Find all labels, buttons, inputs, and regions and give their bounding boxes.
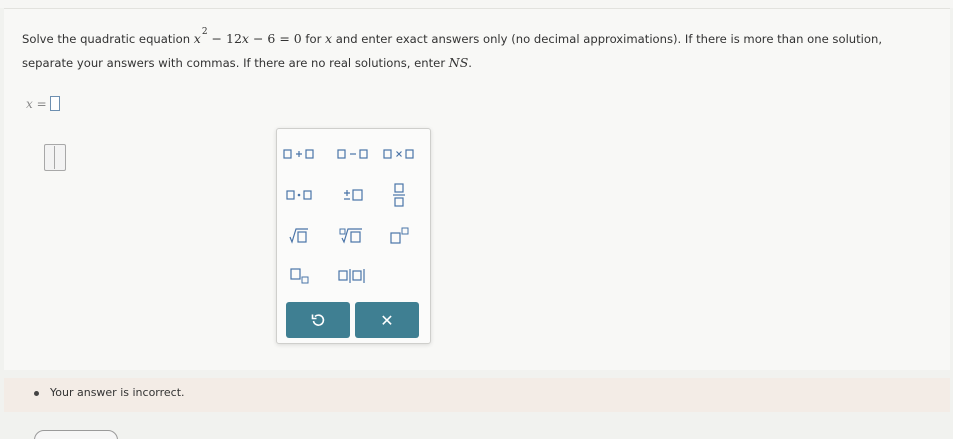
close-icon: ✕ [380,310,394,330]
key-fraction[interactable] [380,182,418,208]
dot-template-icon [286,190,312,200]
absolute-value-icon [338,269,365,283]
key-subscript[interactable] [280,263,318,289]
question-end: . [468,56,472,70]
equation-term: − 12 [207,31,242,46]
power-icon [390,227,409,244]
multiply-template-icon [383,149,414,159]
add-template-icon [283,149,314,159]
fraction-icon [393,183,405,207]
equation-rest: − 6 = 0 [248,31,302,46]
key-add[interactable] [280,141,318,167]
key-nth-root[interactable] [334,223,372,249]
equation-x: x [193,31,201,46]
undo-button[interactable] [286,302,350,338]
nth-root-icon [339,228,362,244]
keypad-toggle-button[interactable] [44,144,66,171]
key-subtract[interactable] [334,141,372,167]
question-mid: for [301,32,326,46]
question-prefix: Solve the quadratic equation [22,32,194,46]
question-text: Solve the quadratic equation x2 − 12x − … [22,27,932,74]
answer-label: x = [26,96,47,111]
subscript-icon [290,268,309,284]
key-absolute-value[interactable] [334,263,372,289]
ns-token: NS [448,55,469,70]
math-keypad: ✕ [276,128,431,344]
key-sqrt[interactable] [280,223,318,249]
key-multiply[interactable] [380,141,418,167]
clear-button[interactable]: ✕ [355,302,419,338]
key-plus-minus[interactable] [334,182,372,208]
bottom-action-button[interactable] [34,430,118,439]
key-power[interactable] [380,223,418,249]
sqrt-icon [289,228,308,244]
feedback-bullet [34,391,39,396]
answer-row: x = [26,96,60,111]
equation-exponent: 2 [201,27,208,37]
subtract-template-icon [337,149,368,159]
top-strip [0,0,953,8]
undo-icon [311,314,325,326]
key-dot[interactable] [280,182,318,208]
equation-x-2: x [241,31,249,46]
answer-input[interactable] [49,96,60,111]
plus-minus-icon [344,189,363,201]
feedback-text: Your answer is incorrect. [50,386,185,399]
